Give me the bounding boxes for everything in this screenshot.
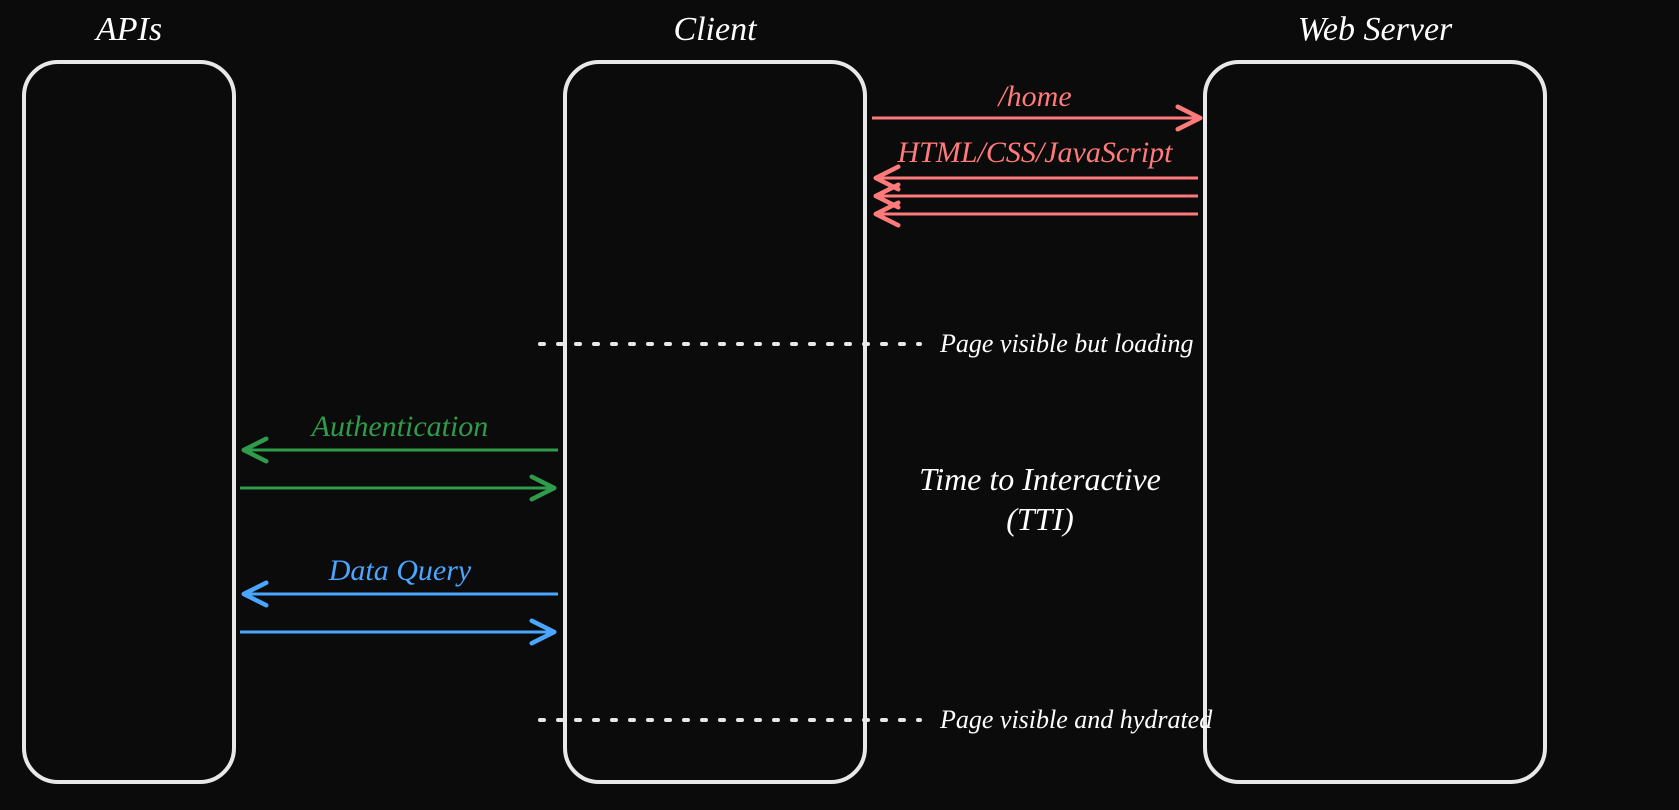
lane-title-apis: APIs [94, 11, 162, 48]
lane-box-client [565, 62, 865, 782]
tti-line-1: Time to Interactive [919, 461, 1161, 497]
lane-title-client: Client [673, 11, 758, 48]
arrow-label-data-query: Data Query [328, 554, 472, 587]
lane-title-webserver: Web Server [1298, 11, 1453, 48]
milestone-hydrated-label: Page visible and hydrated [939, 705, 1213, 734]
arrow-label-home: /home [996, 80, 1071, 113]
lane-box-webserver [1205, 62, 1545, 782]
arrow-label-assets: HTML/CSS/JavaScript [897, 136, 1174, 169]
milestone-loading-label: Page visible but loading [939, 329, 1193, 358]
arrow-label-authentication: Authentication [310, 410, 489, 443]
tti-line-2: (TTI) [1006, 501, 1074, 537]
lane-box-apis [24, 62, 234, 782]
